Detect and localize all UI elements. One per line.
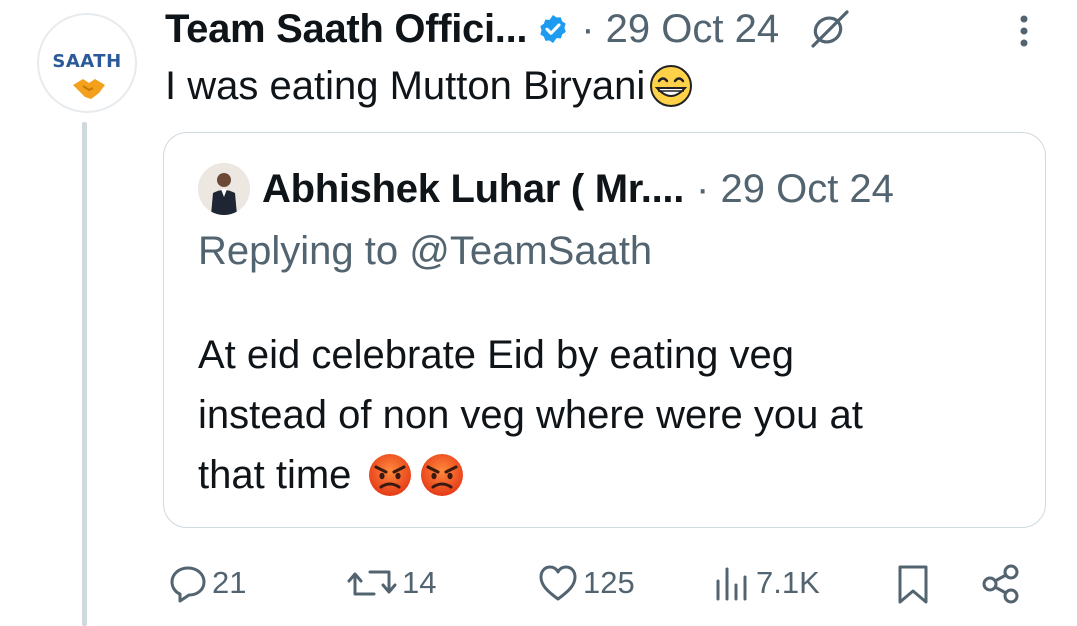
share-icon bbox=[982, 564, 1019, 604]
tweet-header: Team Saath Offici... · 29 Oct 24 bbox=[165, 4, 851, 54]
quoted-tweet-text: At eid celebrate Eid by eating veg inste… bbox=[198, 325, 1018, 505]
repost-icon bbox=[347, 570, 397, 596]
quoted-author-avatar[interactable] bbox=[198, 163, 250, 215]
grok-icon[interactable] bbox=[809, 9, 851, 49]
like-count: 125 bbox=[583, 565, 635, 600]
repost-count: 14 bbox=[402, 565, 437, 600]
like-button[interactable]: 125 bbox=[537, 563, 635, 603]
timestamp[interactable]: · 29 Oct 24 bbox=[581, 7, 779, 52]
tweet-text-content: I was eating Mutton Biryani bbox=[165, 63, 646, 108]
bookmark-icon bbox=[898, 565, 928, 604]
verified-badge-icon bbox=[537, 13, 569, 45]
reply-button[interactable]: 21 bbox=[168, 563, 246, 603]
avatar[interactable]: SAATH bbox=[37, 13, 137, 113]
grinning-face-emoji bbox=[647, 62, 695, 110]
quoted-tweet[interactable]: Abhishek Luhar ( Mr.... · 29 Oct 24 Repl… bbox=[163, 132, 1046, 528]
thread-line bbox=[82, 122, 87, 626]
quoted-text-line: that time bbox=[198, 445, 1018, 505]
quoted-text-line: instead of non veg where were you at bbox=[198, 393, 863, 437]
quoted-text-line-content: that time bbox=[198, 453, 352, 497]
angry-face-emoji bbox=[365, 451, 415, 499]
avatar-brand-label: SAATH bbox=[52, 51, 122, 72]
more-options-icon[interactable] bbox=[1017, 14, 1031, 50]
quoted-author-name[interactable]: Abhishek Luhar ( Mr.... bbox=[262, 167, 684, 212]
share-button[interactable] bbox=[980, 563, 1022, 605]
heart-icon bbox=[539, 565, 577, 601]
views-icon bbox=[716, 567, 747, 601]
tweet-text: I was eating Mutton Biryani bbox=[165, 62, 695, 110]
handshake-icon bbox=[73, 79, 105, 99]
views-count: 7.1K bbox=[756, 565, 820, 600]
quoted-text-line: At eid celebrate Eid by eating veg bbox=[198, 333, 794, 377]
bookmark-button[interactable] bbox=[895, 563, 931, 605]
repost-button[interactable]: 14 bbox=[346, 563, 436, 603]
quoted-tweet-header: Abhishek Luhar ( Mr.... · 29 Oct 24 bbox=[198, 163, 894, 215]
action-bar: 21 14 125 7.1K bbox=[0, 553, 1077, 613]
reply-count: 21 bbox=[212, 565, 247, 600]
author-name[interactable]: Team Saath Offici... bbox=[165, 7, 528, 52]
reply-icon bbox=[170, 566, 206, 603]
quoted-timestamp[interactable]: · 29 Oct 24 bbox=[696, 167, 894, 212]
angry-face-emoji bbox=[417, 451, 467, 499]
views-button[interactable]: 7.1K bbox=[712, 563, 820, 603]
replying-to-label: Replying to @TeamSaath bbox=[198, 229, 653, 273]
